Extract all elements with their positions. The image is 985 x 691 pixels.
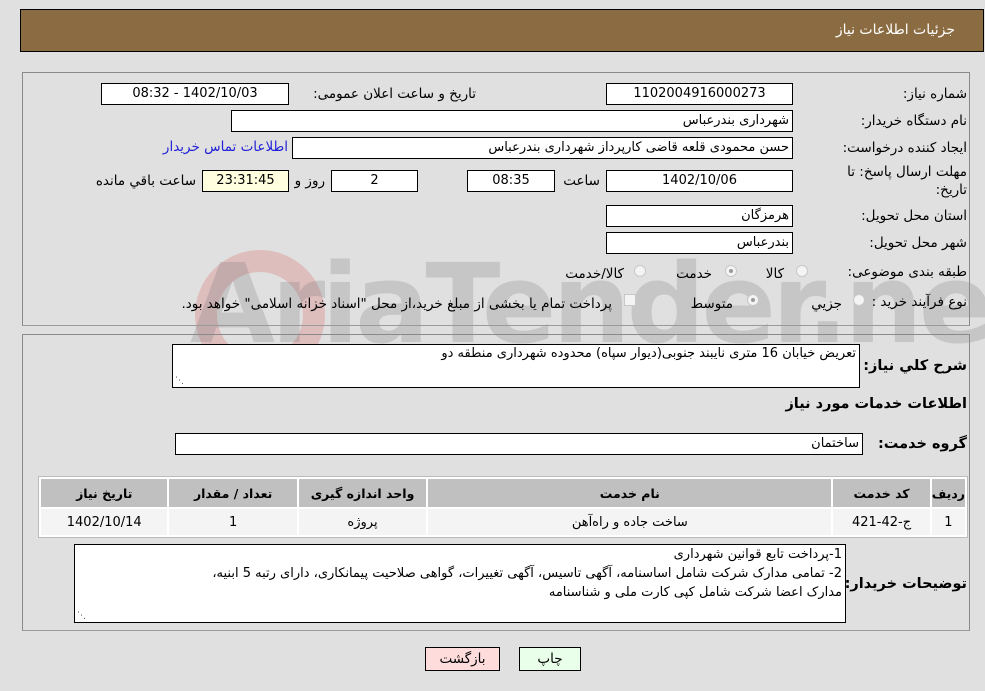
col-need-date: تاریخ نیاز <box>41 479 168 507</box>
province-label: استان محل تحویل: <box>861 208 967 224</box>
deadline-label: مهلت ارسال پاسخ: تا <box>847 164 967 180</box>
col-service-code: کد خدمت <box>833 479 930 507</box>
requester-field[interactable]: حسن محمودی قلعه قاضی کارپرداز شهرداری بن… <box>292 137 793 159</box>
description-label: شرح كلي نياز: <box>863 358 967 374</box>
cell-service-name: ساخت جاده و راه‌آهن <box>428 509 832 535</box>
process-option-minor: جزيي <box>811 296 842 312</box>
deadline-label-2: تاریخ: <box>935 182 967 198</box>
need-number-label: شماره نیاز: <box>902 86 967 102</box>
buyer-contact-link[interactable]: اطلاعات تماس خریدار <box>163 139 288 155</box>
description-textarea[interactable]: تعریض خیابان 16 متری نایبند جنوبی(دیوار … <box>172 344 860 388</box>
announce-label: تاریخ و ساعت اعلان عمومی: <box>313 86 476 102</box>
cell-quantity: 1 <box>169 509 297 535</box>
remaining-time-field: 23:31:45 <box>202 170 289 192</box>
description-text: تعریض خیابان 16 متری نایبند جنوبی(دیوار … <box>441 346 856 361</box>
requester-label: ایجاد کننده درخواست: <box>842 140 967 156</box>
treasury-note: پرداخت تمام یا بخشی از مبلغ خرید،از محل … <box>181 296 612 312</box>
service-group-label: گروه خدمت: <box>877 436 967 452</box>
col-unit: واحد اندازه گیری <box>298 479 427 507</box>
days-field[interactable]: 2 <box>331 170 418 192</box>
process-radio-medium[interactable] <box>747 294 759 306</box>
buyer-notes-label: توضیحات خریدار: <box>844 576 967 592</box>
category-option-service: خدمت <box>676 266 712 282</box>
resize-grip-icon[interactable]: ⋰ <box>77 612 86 621</box>
service-group-field[interactable]: ساختمان <box>175 433 863 455</box>
buyer-notes-line-3: مدارک اعضا شرکت شامل کپی کارت ملی و شناس… <box>548 585 842 600</box>
table-row: 1 ج-42-421 ساخت جاده و راه‌آهن پروژه 1 1… <box>41 509 965 535</box>
page-title: جزئیات اطلاعات نیاز <box>835 22 955 38</box>
buyer-org-field[interactable]: شهرداری بندرعباس <box>231 110 793 132</box>
print-button[interactable]: چاپ <box>519 647 581 671</box>
back-button[interactable]: بازگشت <box>425 647 500 671</box>
col-service-name: نام خدمت <box>428 479 832 507</box>
process-option-medium: متوسط <box>690 296 733 312</box>
category-label: طبقه بندی موضوعی: <box>847 264 967 280</box>
services-section-title: اطلاعات خدمات مورد نياز <box>785 396 967 412</box>
announce-field[interactable]: 1402/10/03 - 08:32 <box>101 83 289 105</box>
cell-unit: پروژه <box>298 509 427 535</box>
need-number-field[interactable]: 1102004916000273 <box>606 83 793 105</box>
province-field[interactable]: هرمزگان <box>606 205 793 227</box>
cell-row: 1 <box>931 509 965 535</box>
deadline-time-field[interactable]: 08:35 <box>467 170 555 192</box>
remaining-label: ساعت باقي مانده <box>95 173 196 189</box>
resize-grip-icon[interactable]: ⋰ <box>175 377 184 386</box>
city-label: شهر محل تحویل: <box>869 235 967 251</box>
process-label: نوع فرآیند خرید : <box>871 294 967 310</box>
page-header: جزئیات اطلاعات نیاز <box>20 9 984 52</box>
treasury-checkbox[interactable] <box>624 294 636 306</box>
category-option-goods-service: کالا/خدمت <box>565 266 624 282</box>
category-option-goods: کالا <box>765 266 784 282</box>
process-radio-minor[interactable] <box>853 294 865 306</box>
buyer-notes-textarea[interactable]: 1-پرداخت تابع قوانین شهرداری 2- تمامی مد… <box>74 544 846 623</box>
col-row: ردیف <box>931 479 965 507</box>
buyer-notes-line-2: 2- تمامی مدارک شرکت شامل اساسنامه، آگهی … <box>212 566 842 581</box>
cell-need-date: 1402/10/14 <box>41 509 168 535</box>
days-label: روز و <box>294 173 325 189</box>
category-radio-service[interactable] <box>725 265 737 277</box>
city-field[interactable]: بندرعباس <box>606 232 793 254</box>
category-radio-goods-service[interactable] <box>634 265 646 277</box>
deadline-time-label: ساعت <box>563 173 600 189</box>
cell-service-code: ج-42-421 <box>833 509 930 535</box>
buyer-notes-line-1: 1-پرداخت تابع قوانین شهرداری <box>673 547 842 562</box>
col-quantity: تعداد / مقدار <box>169 479 297 507</box>
category-radio-goods[interactable] <box>796 265 808 277</box>
deadline-date-field[interactable]: 1402/10/06 <box>606 170 793 192</box>
services-table: ردیف کد خدمت نام خدمت واحد اندازه گیری ت… <box>38 476 968 538</box>
buyer-org-label: نام دستگاه خریدار: <box>860 113 967 129</box>
table-header-row: ردیف کد خدمت نام خدمت واحد اندازه گیری ت… <box>41 479 965 507</box>
